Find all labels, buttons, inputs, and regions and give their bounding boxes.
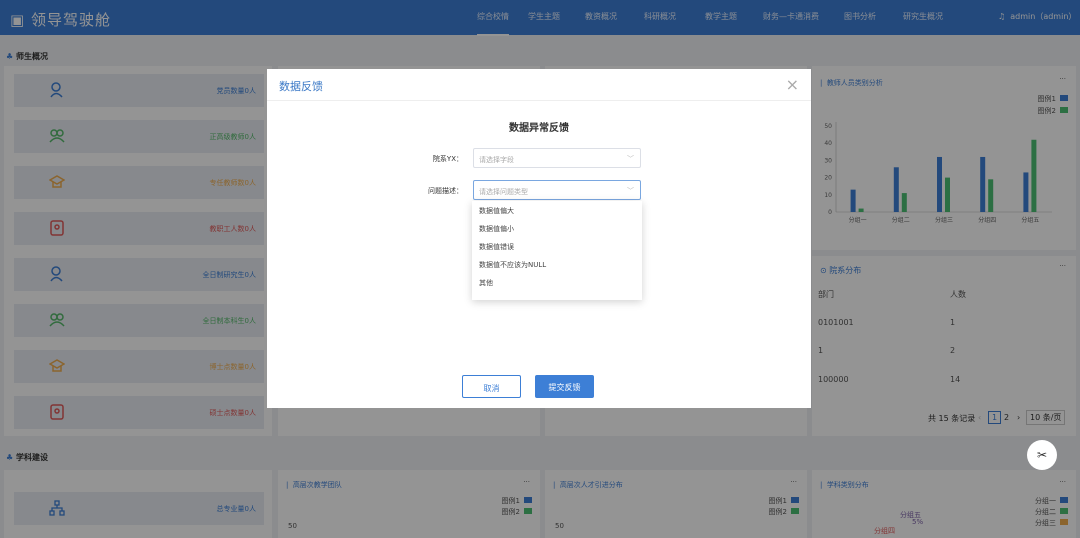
- dialog-title: 数据反馈: [279, 80, 323, 93]
- form-title: 数据异常反馈: [509, 123, 569, 134]
- issue-type-dropdown: 数据值偏大 数据值偏小 数据值错误 数据值不应该为NULL 其他: [472, 201, 642, 300]
- feedback-dialog: 数据反馈 × 数据异常反馈 院系YX： 请选择字段 ﹀ 问题描述： 请选择问题类型…: [267, 69, 811, 408]
- issue-type-select[interactable]: 请选择问题类型 ﹀: [473, 180, 641, 200]
- dropdown-option[interactable]: 数据值不应该为NULL: [472, 255, 642, 273]
- dropdown-option[interactable]: 数据值偏大: [472, 201, 642, 219]
- cancel-button[interactable]: 取消: [462, 375, 521, 398]
- dropdown-option[interactable]: 数据值偏小: [472, 219, 642, 237]
- field-label: 问题描述：: [428, 187, 463, 195]
- dropdown-option[interactable]: 其他: [472, 273, 642, 291]
- close-fab-button[interactable]: ✂: [1027, 440, 1057, 470]
- close-icon[interactable]: ×: [786, 75, 799, 94]
- scissors-icon[interactable]: ✂: [1037, 448, 1047, 462]
- dialog-header: 数据反馈 ×: [267, 69, 811, 101]
- field-select[interactable]: 请选择字段 ﹀: [473, 148, 641, 168]
- field-placeholder: 请选择问题类型: [479, 188, 528, 196]
- chevron-down-icon: ﹀: [627, 155, 634, 163]
- field-label: 院系YX：: [432, 155, 463, 163]
- dropdown-option[interactable]: 数据值错误: [472, 237, 642, 255]
- chevron-down-icon: ﹀: [627, 187, 634, 195]
- submit-button[interactable]: 提交反馈: [535, 375, 594, 398]
- field-placeholder: 请选择字段: [479, 156, 514, 164]
